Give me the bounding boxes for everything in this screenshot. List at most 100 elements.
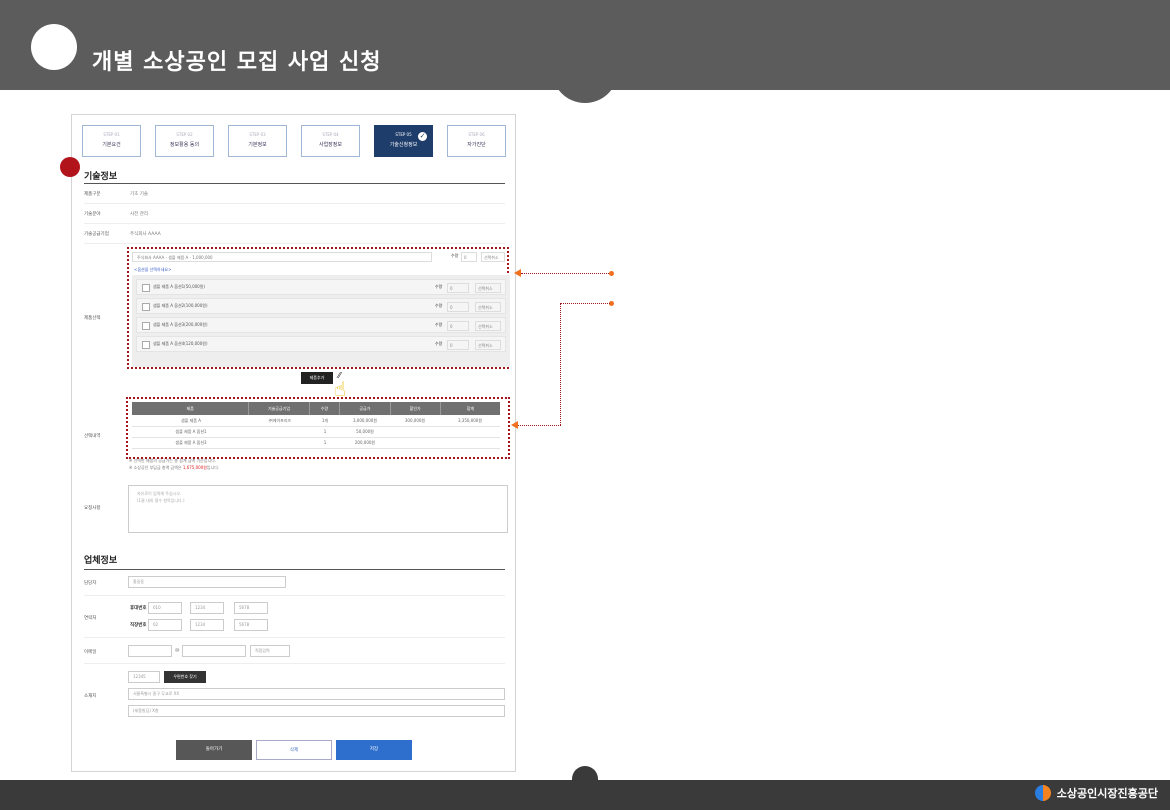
table-row: 샘플 제품 A 옵션1 1 50,000원 [132, 427, 500, 438]
request-textarea[interactable]: 자유로이 입력해 주십시오. (1줄 내외 필수 항목입니다.) [128, 485, 508, 533]
note-suffix: 입니다. [206, 465, 220, 470]
section-divider [84, 569, 505, 570]
cancel-selection-button[interactable]: 선택취소 [475, 283, 501, 293]
phone-part-2[interactable]: 1234 [190, 619, 224, 631]
step-1[interactable]: STEP 01 기본요건 [82, 125, 141, 157]
cancel-selection-button[interactable]: 선택취소 [475, 321, 501, 331]
table-row: 샘플 제품 A 옵션3 1 200,000원 [132, 438, 500, 449]
option-checkbox[interactable] [142, 322, 150, 330]
option-checkbox[interactable] [142, 303, 150, 311]
footer-notch [572, 766, 598, 780]
option-name: 샘플 제품 A 옵션1(50,000원) [153, 284, 205, 289]
note-text: ※ 선택한 제품의 공급가는 총 합계 금액 기준입니다. [129, 458, 217, 463]
cancel-selection-button[interactable]: 선택취소 [481, 252, 505, 262]
step-number: STEP 03 [249, 132, 266, 137]
manager-input[interactable]: 홍길동 [128, 576, 286, 588]
section-divider [84, 183, 505, 184]
phone-label: 직장번호 [130, 623, 147, 628]
table-cell: 샘플 제품 A 옵션1 [175, 429, 207, 434]
save-button[interactable]: 저장 [336, 740, 412, 760]
column-header: 제품 [132, 402, 250, 415]
qty-select[interactable]: 0 [447, 283, 469, 293]
page-title: 개별 소상공인 모집 사업 신청 [92, 50, 382, 75]
qty-label: 수량 [435, 284, 443, 289]
table-cell: 50,000원 [356, 429, 374, 434]
email-label: 이메일 [84, 650, 97, 655]
note-text: ※ 소상공인 부담금 총액 금액은 1,675,000원입니다. [129, 465, 219, 471]
address-label: 소재지 [84, 694, 97, 699]
step-6[interactable]: STEP 06 자가진단 [447, 125, 506, 157]
add-product-button[interactable]: 제품추가 [301, 372, 333, 384]
phone-part-3[interactable]: 5678 [234, 619, 268, 631]
address-input-1[interactable]: 서울특별시 중구 무교로 XX [128, 688, 505, 700]
org-logo: 소상공인시장진흥공단 [1034, 785, 1158, 801]
form-screenshot: STEP 01 기본요건 STEP 02 정보활용 동의 STEP 03 기본정… [71, 114, 516, 772]
connector-line [560, 303, 561, 425]
selected-items-label: 선택내역 [84, 434, 101, 439]
org-name: 소상공인시장진흥공단 [1056, 787, 1158, 800]
selected-items-highlight: 제품 기술공급기업 수량 공급가 할인가 합계 샘플 제품 A ㈜에이프리즈 1… [126, 397, 510, 459]
qty-select[interactable]: 0 [447, 302, 469, 312]
zipcode-search-button[interactable]: 우편번호 찾기 [164, 671, 206, 683]
option-name: 샘플 제품 A 옵션4(120,000원) [153, 341, 208, 346]
row-divider [84, 243, 505, 244]
row-label: 제품구분 [84, 192, 101, 197]
option-checkbox[interactable] [142, 341, 150, 349]
option-row[interactable]: 샘플 제품 A 옵션3(200,000원) 수량 0 선택취소 [136, 317, 506, 333]
column-header: 공급가 [340, 402, 391, 415]
phone-part-1[interactable]: 02 [148, 619, 182, 631]
cancel-selection-button[interactable]: 선택취소 [475, 302, 501, 312]
mobile-part-2[interactable]: 1234 [190, 602, 224, 614]
mobile-label: 휴대번호 [130, 606, 147, 611]
row-divider [84, 663, 505, 664]
qty-select[interactable]: 0 [447, 321, 469, 331]
row-label: 기술공급기업 [84, 232, 109, 237]
back-button[interactable]: 돌아가기 [176, 740, 252, 760]
email-at-sign: @ [175, 648, 180, 653]
step-label: 기본요건 [102, 142, 121, 148]
product-select[interactable]: 주식회사 AAAA - 샘플 제품 A - 1,000,000 [132, 252, 432, 262]
option-row[interactable]: 샘플 제품 A 옵션1(50,000원) 수량 0 선택취소 [136, 279, 506, 295]
option-row[interactable]: 샘플 제품 A 옵션2(100,000원) 수량 0 선택취소 [136, 298, 506, 314]
table-cell [440, 438, 500, 448]
email-domain-input[interactable] [182, 645, 246, 657]
email-id-input[interactable] [128, 645, 172, 657]
qty-select[interactable]: 0 [447, 340, 469, 350]
connector-line [560, 303, 610, 304]
address-input-2[interactable]: (세종빌딩) X층 [128, 705, 505, 717]
header-notch [552, 70, 618, 103]
table-row: 샘플 제품 A ㈜에이프리즈 1개 3,000,000원 300,000원 3,… [132, 416, 500, 427]
row-value: 사전 관리 [130, 212, 148, 217]
step-3[interactable]: STEP 03 기본정보 [228, 125, 287, 157]
mobile-part-3[interactable]: 5678 [234, 602, 268, 614]
manager-label: 담당자 [84, 581, 97, 586]
note-prefix: ※ 소상공인 부담금 총액 금액은 [129, 465, 183, 470]
option-list: 샘플 제품 A 옵션1(50,000원) 수량 0 선택취소 샘플 제품 A 옵… [132, 275, 510, 367]
option-name: 샘플 제품 A 옵션2(100,000원) [153, 303, 208, 308]
option-checkbox[interactable] [142, 284, 150, 292]
zipcode-input[interactable]: 12345 [128, 671, 160, 683]
mobile-part-1[interactable]: 010 [148, 602, 182, 614]
qty-label: 수량 [435, 322, 443, 327]
table-cell: 300,000원 [404, 418, 426, 423]
table-header: 제품 기술공급기업 수량 공급가 할인가 합계 [132, 402, 500, 415]
qty-select[interactable]: 0 [461, 252, 477, 262]
arrow-left-icon [514, 269, 521, 277]
row-divider [84, 223, 505, 224]
step-2[interactable]: STEP 02 정보활용 동의 [155, 125, 214, 157]
step-5-active[interactable]: STEP 05 기술신청정보 ✓ [374, 125, 433, 157]
table-cell [250, 438, 310, 448]
step-number: STEP 06 [468, 132, 485, 137]
connector-line [521, 273, 611, 274]
delete-button[interactable]: 삭제 [256, 740, 332, 760]
product-select-label: 제품선택 [84, 316, 101, 321]
cancel-selection-button[interactable]: 선택취소 [475, 340, 501, 350]
email-domain-select[interactable]: 직접입력 [250, 645, 290, 657]
qty-label: 수량 [451, 253, 459, 258]
step-4[interactable]: STEP 04 사업장정보 [301, 125, 360, 157]
row-divider [84, 203, 505, 204]
table-cell [390, 438, 440, 448]
option-row[interactable]: 샘플 제품 A 옵션4(120,000원) 수량 0 선택취소 [136, 336, 506, 352]
column-header: 합계 [466, 406, 475, 411]
option-select-link[interactable]: <옵션을 선택하세요> [134, 267, 171, 273]
